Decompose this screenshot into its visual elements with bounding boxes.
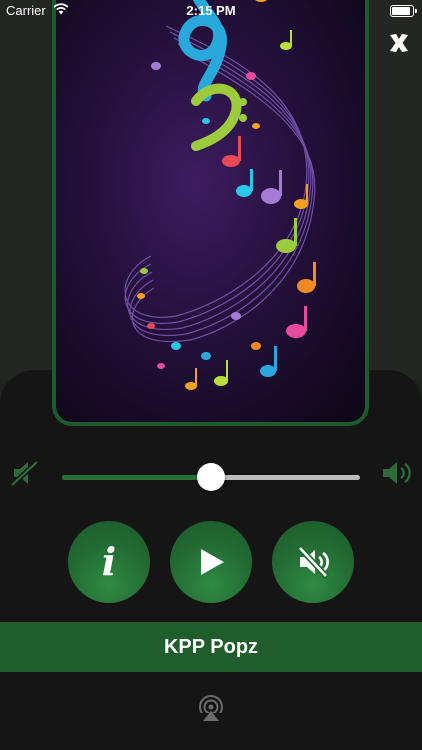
volume-fill bbox=[62, 475, 211, 480]
album-artwork bbox=[52, 0, 369, 426]
volume-high-icon bbox=[383, 462, 411, 484]
info-button[interactable]: i bbox=[68, 521, 150, 603]
status-bar: Carrier 2:15 PM bbox=[0, 0, 422, 22]
battery-level bbox=[392, 7, 410, 15]
status-time: 2:15 PM bbox=[186, 3, 236, 18]
play-button[interactable] bbox=[170, 521, 252, 603]
mute-icon bbox=[296, 544, 330, 580]
close-icon bbox=[390, 34, 408, 52]
airplay-icon[interactable] bbox=[196, 693, 226, 723]
station-bar: KPP Popz bbox=[0, 622, 422, 672]
close-button[interactable] bbox=[384, 28, 414, 58]
volume-thumb[interactable] bbox=[197, 463, 225, 491]
info-icon: i bbox=[101, 539, 117, 584]
station-name: KPP Popz bbox=[163, 635, 259, 658]
play-icon bbox=[201, 549, 224, 575]
mute-button[interactable] bbox=[272, 521, 354, 603]
volume-slider[interactable] bbox=[62, 463, 360, 491]
battery-icon bbox=[390, 5, 417, 17]
volume-low-icon bbox=[9, 459, 40, 488]
